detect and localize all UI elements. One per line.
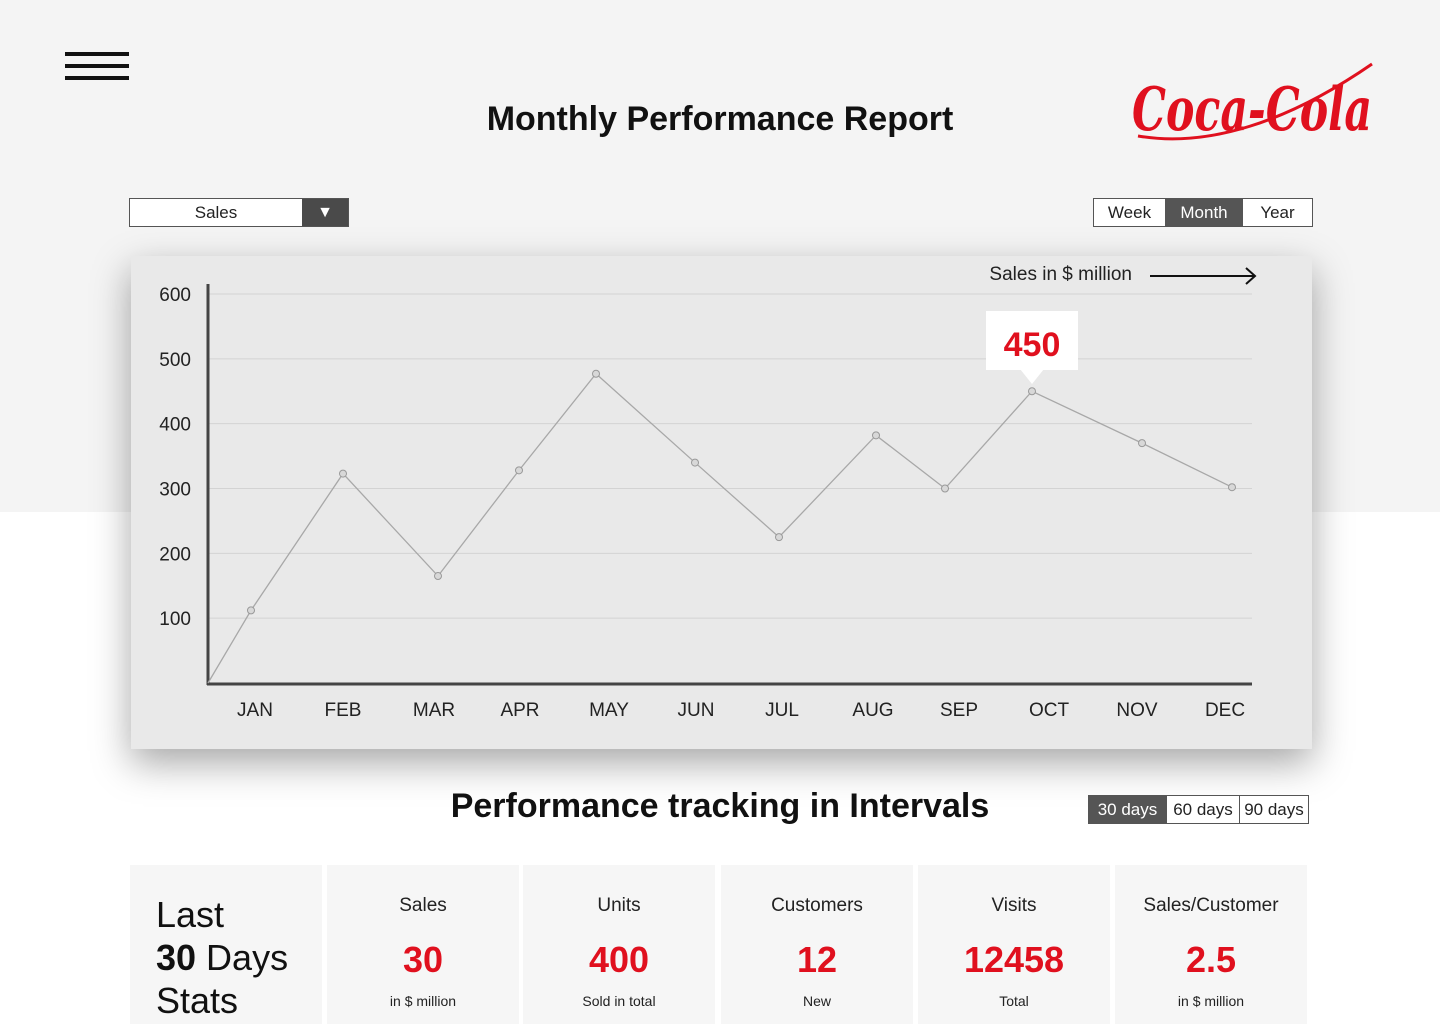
stat-sub: New <box>802 993 831 1009</box>
triangle-down-icon[interactable]: ▼ <box>302 199 348 226</box>
stat-sub: Total <box>999 993 1029 1009</box>
x-tick-label: FEB <box>325 700 362 721</box>
stat-sub: Sold in total <box>582 993 656 1009</box>
y-tick-label: 100 <box>159 609 191 630</box>
x-tick-label: NOV <box>1116 700 1158 721</box>
intro-days-number: 30 <box>156 937 197 978</box>
tab-month[interactable]: Month <box>1166 199 1243 226</box>
data-point <box>247 606 255 615</box>
tab-week[interactable]: Week <box>1094 199 1166 226</box>
callout-value: 450 <box>1004 326 1061 364</box>
callout-pointer <box>1020 369 1044 384</box>
stat-value: 12458 <box>963 939 1065 980</box>
stat-sub: in $ million <box>1177 993 1245 1009</box>
stat-value: 30 <box>402 939 444 980</box>
sales-line-chart: 100 200 300 400 500 600 JAN FEB MAR APR MAY JUN JUL A… <box>159 264 1257 721</box>
x-tick-label: MAY <box>589 700 629 721</box>
data-point <box>1138 439 1146 448</box>
stat-sub: in $ million <box>389 993 457 1009</box>
stat-value: 2.5 <box>1185 939 1237 980</box>
stat-card-sales: Sales 30 in $ million <box>327 865 519 1024</box>
intro-days-word: Days <box>196 937 289 978</box>
interval-tabs: 30 days 60 days 90 days <box>1088 795 1309 824</box>
data-point <box>691 458 699 467</box>
data-point <box>941 484 949 493</box>
series-line <box>207 372 1233 684</box>
metric-dropdown[interactable]: Sales ▼ <box>129 198 349 227</box>
data-point <box>872 431 880 440</box>
intro-line-2: 30 Days <box>156 936 288 979</box>
period-tabs: Week Month Year <box>1093 198 1313 227</box>
y-tick-label: 500 <box>159 350 191 371</box>
sales-chart-panel: 100 200 300 400 500 600 JAN FEB MAR APR MAY JUN JUL A… <box>131 256 1312 749</box>
stat-card-customers: Customers 12 New <box>721 865 913 1024</box>
data-point <box>515 466 523 475</box>
y-tick-label: 300 <box>159 480 191 501</box>
stat-label: Sales <box>399 895 447 916</box>
stat-label: Units <box>597 895 641 916</box>
x-tick-label: JUL <box>765 700 799 721</box>
tab-90-days[interactable]: 90 days <box>1240 796 1308 823</box>
x-tick-label: JAN <box>237 700 273 721</box>
x-tick-label: DEC <box>1205 700 1245 721</box>
x-tick-label: SEP <box>940 700 978 721</box>
x-tick-label: AUG <box>852 700 893 721</box>
x-tick-label: APR <box>500 700 539 721</box>
x-tick-label: MAR <box>413 700 455 721</box>
data-point <box>1028 387 1036 396</box>
data-point <box>434 572 442 581</box>
intro-line-3: Stats <box>156 980 239 1021</box>
y-tick-label: 200 <box>159 544 191 565</box>
stat-card-units: Units 400 Sold in total <box>523 865 715 1024</box>
y-tick-label: 400 <box>159 415 191 436</box>
stats-intro-card: Last 30 Days Stats <box>130 865 322 1024</box>
x-tick-label: OCT <box>1029 700 1070 721</box>
tab-year[interactable]: Year <box>1243 199 1312 226</box>
stat-label: Customers <box>771 895 863 916</box>
data-point <box>339 469 347 478</box>
tab-30-days[interactable]: 30 days <box>1089 796 1167 823</box>
menu-icon[interactable] <box>65 52 129 80</box>
data-point <box>775 533 783 542</box>
stat-value: 12 <box>796 939 838 980</box>
stat-label: Sales/Customer <box>1143 895 1279 916</box>
data-point <box>592 369 600 378</box>
unit-label: Sales in $ million <box>989 264 1132 285</box>
stat-value: 400 <box>588 939 650 980</box>
coca-cola-logo: Coca-Cola <box>1132 62 1373 145</box>
y-tick-label: 600 <box>159 285 191 306</box>
stats-intro-text: Last 30 Days Stats <box>156 893 288 1022</box>
data-point <box>1228 483 1236 492</box>
intro-line-1: Last <box>156 894 225 935</box>
stat-card-sales-per-customer: Sales/Customer 2.5 in $ million <box>1115 865 1307 1024</box>
tab-60-days[interactable]: 60 days <box>1167 796 1240 823</box>
stat-card-visits: Visits 12458 Total <box>918 865 1110 1024</box>
stat-label: Visits <box>991 895 1037 916</box>
metric-dropdown-value[interactable]: Sales <box>130 199 302 226</box>
x-tick-label: JUN <box>678 700 715 721</box>
